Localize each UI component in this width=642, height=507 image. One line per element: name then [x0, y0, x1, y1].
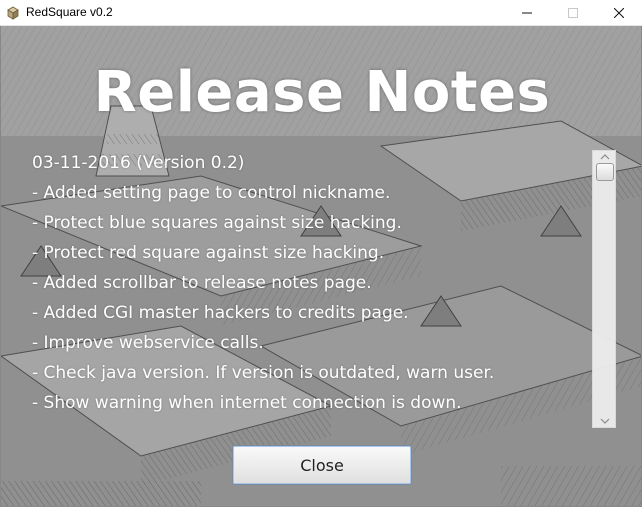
app-icon: [7, 6, 19, 20]
close-button[interactable]: Close: [232, 445, 412, 485]
note-line: - Protect red square against size hackin…: [32, 243, 385, 263]
close-window-button[interactable]: [596, 0, 642, 26]
note-line: - Protect blue squares against size hack…: [32, 213, 402, 233]
note-line: - Check java version. If version is outd…: [32, 363, 495, 383]
note-version-header: 03-11-2016 (Version 0.2): [32, 153, 245, 173]
title-bar[interactable]: RedSquare v0.2: [0, 0, 642, 26]
window-title: RedSquare v0.2: [26, 5, 113, 19]
note-line: - Improve webservice calls.: [32, 333, 264, 353]
notes-scrollbar[interactable]: [592, 150, 616, 428]
note-line: - Added scrollbar to release notes page.: [32, 273, 372, 293]
note-line: - Added setting page to control nickname…: [32, 183, 391, 203]
minimize-button[interactable]: [504, 0, 550, 26]
maximize-button[interactable]: [550, 0, 596, 26]
scroll-thumb[interactable]: [596, 163, 614, 181]
scroll-down-icon[interactable]: [600, 417, 610, 425]
scroll-up-icon[interactable]: [600, 153, 610, 161]
note-line: - Show warning when internet connection …: [32, 393, 462, 413]
close-icon: [614, 8, 624, 18]
page-title: Release Notes: [93, 60, 551, 125]
release-notes-panel: Release Notes 03-11-2016 (Version 0.2) -…: [0, 26, 642, 507]
minimize-icon: [522, 12, 532, 14]
release-notes-text: 03-11-2016 (Version 0.2) - Added setting…: [32, 148, 577, 428]
maximize-icon: [568, 8, 578, 18]
note-line: - Added CGI master hackers to credits pa…: [32, 303, 409, 323]
